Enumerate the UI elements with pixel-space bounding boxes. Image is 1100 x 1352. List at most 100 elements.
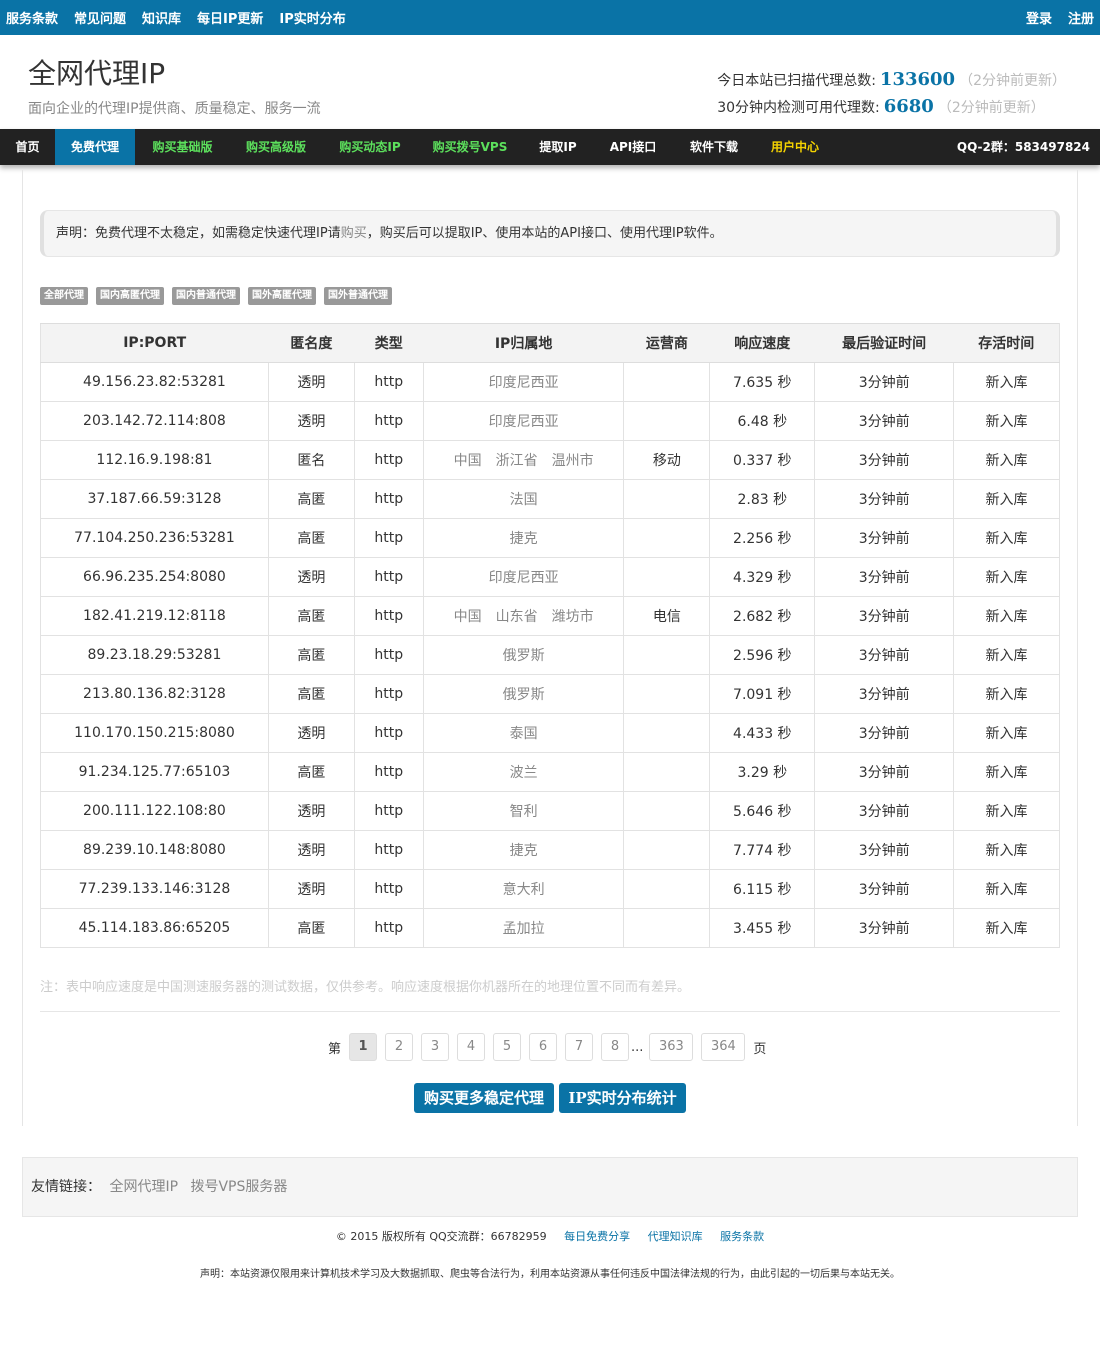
cell-isp [623,752,711,792]
nav-home[interactable]: 首页 [0,129,55,165]
cell-verified: 3分钟前 [814,557,955,597]
buy-more-button[interactable]: 购买更多稳定代理 [414,1083,554,1113]
notice-buy-link[interactable]: 购买 [341,226,367,241]
nav-buy-dynamic-ip[interactable]: 购买动态IP [322,129,418,165]
filter-all[interactable]: 全部代理 [40,287,88,305]
cell-verified: 3分钟前 [814,362,955,402]
cell-ip-port: 49.156.23.82:53281 [40,362,269,402]
col-verified: 最后验证时间 [814,323,954,363]
cell-alive: 新入库 [953,557,1060,597]
friend-link-dial-vps[interactable]: 拨号VPS服务器 [190,1179,287,1195]
cell-speed: 7.091 秒 [709,674,816,714]
cell-isp [623,557,711,597]
cell-alive: 新入库 [953,518,1060,558]
cell-anonymity: 高匿 [267,674,355,714]
cell-ip-port: 45.114.183.86:65205 [40,908,269,948]
top-link-daily-ip[interactable]: 每日IP更新 [197,8,263,27]
proxy-filters: 全部代理 国内高匿代理 国内普通代理 国外高匿代理 国外普通代理 [40,287,400,305]
col-alive: 存活时间 [953,323,1060,363]
page-4[interactable]: 4 [457,1033,486,1061]
cell-speed: 4.433 秒 [709,713,816,753]
auth-links: 登录 注册 [1010,0,1094,35]
page-3[interactable]: 3 [421,1033,450,1061]
top-link-ip-distribution[interactable]: IP实时分布 [279,8,345,27]
filter-domestic-high[interactable]: 国内高匿代理 [96,287,164,305]
friend-links-label: 友情链接： [31,1179,101,1195]
table-row: 89.239.10.148:8080 透明 http 捷克 7.774 秒 3分钟前 新入库 [40,830,1060,870]
page-7[interactable]: 7 [565,1033,594,1061]
cell-type: http [353,596,424,636]
friend-links: 友情链接： 全网代理IP 拨号VPS服务器 [22,1157,1078,1217]
table-row: 213.80.136.82:3128 高匿 http 俄罗斯 7.091 秒 3分钟前 新入… [40,674,1060,714]
cell-type: http [353,869,424,909]
cell-isp [623,713,711,753]
cell-verified: 3分钟前 [814,596,955,636]
page-363[interactable]: 363 [649,1033,694,1061]
nav-buy-dial-vps[interactable]: 购买拨号VPS [418,129,522,165]
site-title[interactable]: 全网代理IP [28,52,165,92]
cell-speed: 2.596 秒 [709,635,816,675]
cell-anonymity: 高匿 [267,596,355,636]
cell-ip-port: 200.111.122.108:80 [40,791,269,831]
cell-location: 意大利 [422,869,625,909]
nav-user-center[interactable]: 用户中心 [756,129,834,165]
page-6[interactable]: 6 [529,1033,558,1061]
location-part: 浙江省 [495,453,538,469]
notice-text-before: 声明：免费代理不太稳定，如需稳定快速代理IP请 [56,226,341,241]
login-link[interactable]: 登录 [1026,8,1052,27]
footer-link-terms[interactable]: 服务条款 [720,1230,764,1243]
ip-distribution-button[interactable]: IP实时分布统计 [559,1083,686,1113]
cell-type: http [353,362,424,402]
page-8[interactable]: 8 [601,1033,630,1061]
location-part: 中国 [453,453,482,469]
cell-alive: 新入库 [953,752,1060,792]
page-2[interactable]: 2 [385,1033,414,1061]
register-link[interactable]: 注册 [1068,8,1094,27]
table-row: 77.239.133.146:3128 透明 http 意大利 6.115 秒 3分钟前新… [40,869,1060,909]
location-part: 孟加拉 [502,921,545,937]
cell-anonymity: 透明 [267,791,355,831]
page-364[interactable]: 364 [701,1033,746,1061]
cell-alive: 新入库 [953,635,1060,675]
table-row: 203.142.72.114:808 透明 http 印度尼西亚 6.48 秒 3分钟前新… [40,401,1060,441]
nav-api[interactable]: API接口 [594,129,672,165]
cell-type: http [353,908,424,948]
pagination: 第 1 2 3 4 5 6 7 8 ... 363 364 页 [328,1033,774,1061]
cell-isp [623,830,711,870]
nav-buy-basic[interactable]: 购买基础版 [135,129,230,165]
nav-buy-advanced[interactable]: 购买高级版 [230,129,322,165]
cell-ip-port: 182.41.219.12:8118 [40,596,269,636]
stat-scanned-value: 133600 [879,69,956,90]
filter-foreign-high[interactable]: 国外高匿代理 [248,287,316,305]
cell-type: http [353,791,424,831]
page-1[interactable]: 1 [349,1033,378,1061]
cell-isp [623,362,711,402]
footer-link-daily-share[interactable]: 每日免费分享 [564,1230,630,1243]
cell-anonymity: 高匿 [267,635,355,675]
friend-link-proxy-ip[interactable]: 全网代理IP [109,1179,178,1195]
location-part: 印度尼西亚 [488,570,559,586]
cell-location: 印度尼西亚 [422,401,625,441]
nav-extract-ip[interactable]: 提取IP [522,129,594,165]
filter-foreign-normal[interactable]: 国外普通代理 [324,287,392,305]
col-anonymity: 匿名度 [268,323,355,363]
cell-anonymity: 高匿 [267,752,355,792]
top-link-knowledge[interactable]: 知识库 [142,8,181,27]
stat-available-value: 6680 [883,96,934,117]
nav-free-proxy[interactable]: 免费代理 [55,129,135,165]
footer-link-knowledge[interactable]: 代理知识库 [648,1230,703,1243]
cell-alive: 新入库 [953,440,1060,480]
nav-software-download[interactable]: 软件下载 [672,129,756,165]
table-body: 49.156.23.82:53281 透明 http 印度尼西亚 7.635 秒 3分钟前… [40,362,1060,948]
cell-type: http [353,713,424,753]
page-5[interactable]: 5 [493,1033,522,1061]
cell-isp [623,674,711,714]
cell-verified: 3分钟前 [814,713,955,753]
location-part: 印度尼西亚 [488,375,559,391]
cell-isp [623,635,711,675]
top-link-faq[interactable]: 常见问题 [74,8,126,27]
site-subtitle: 面向企业的代理IP提供商、质量稳定、服务一流 [28,101,321,117]
top-link-terms[interactable]: 服务条款 [6,8,58,27]
stat-available: 30分钟内检测可用代理数: 6680 （2分钟前更新） [717,93,1066,120]
filter-domestic-normal[interactable]: 国内普通代理 [172,287,240,305]
